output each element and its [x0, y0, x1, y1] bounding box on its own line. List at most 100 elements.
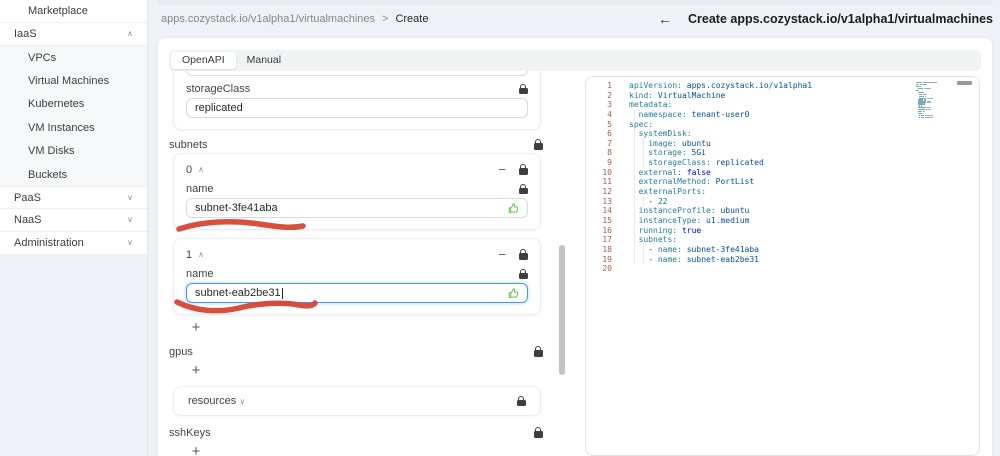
breadcrumb: apps.cozystack.io/v1alpha1/virtualmachin…	[161, 13, 428, 25]
editor-minimap	[916, 82, 946, 121]
page-header: ← Create apps.cozystack.io/v1alpha1/virt…	[658, 11, 993, 27]
line-number: 12	[602, 187, 612, 197]
lock-icon[interactable]	[519, 184, 528, 195]
chevron-up-icon: ∧	[198, 164, 204, 174]
sidebar-item-label: VPCs	[28, 51, 57, 64]
line-number: 11	[602, 177, 612, 187]
field-label: name	[186, 268, 214, 280]
sidebar: Marketplace IaaS ∧ VPCs Virtual Machines Kube…	[0, 0, 148, 456]
lock-icon[interactable]	[519, 84, 528, 95]
code-line: 8 storage: 5Gi	[586, 148, 979, 159]
tab-manual[interactable]: Manual	[236, 52, 292, 69]
code-line: 17 subnets:	[586, 235, 979, 245]
sidebar-item-virtual-machines[interactable]: Virtual Machines	[0, 69, 147, 93]
code-line: 14 instanceProfile: ubuntu	[586, 206, 979, 216]
subnet-item-index: 1	[186, 248, 193, 261]
code-line: 15 instanceType: u1.medium	[586, 215, 979, 226]
sidebar-item-label: VM Disks	[28, 145, 75, 158]
storage-class-input[interactable]: replicated	[186, 98, 528, 118]
breadcrumb-path[interactable]: apps.cozystack.io/v1alpha1/virtualmachin…	[161, 13, 375, 25]
code-line: 16 running: true	[586, 225, 979, 236]
breadcrumb-separator: >	[382, 13, 389, 25]
subnet-card-1: 1 ∧ − name subnet-eab2be31	[173, 238, 541, 315]
line-number: 5	[607, 119, 612, 129]
back-arrow-icon[interactable]: ←	[658, 11, 672, 27]
yaml-editor[interactable]: 1 apiVersion: apps.cozystack.io/v1alpha1 2…	[585, 76, 980, 456]
lock-icon[interactable]	[534, 346, 543, 357]
line-number: 20	[602, 264, 612, 274]
chevron-down-icon: ∨	[127, 215, 133, 225]
line-number: 17	[602, 235, 612, 245]
line-number: 4	[607, 109, 612, 119]
code-line: 20	[586, 264, 979, 274]
form-pane: 5Gi storageClass replicated subnets 0 ∧ − n…	[167, 71, 549, 456]
top-strip	[157, 0, 993, 5]
subnet-item-index: 0	[186, 163, 193, 176]
lock-icon[interactable]	[519, 164, 528, 175]
sidebar-item-vm-disks[interactable]: VM Disks	[0, 139, 147, 163]
minimap-slider[interactable]	[957, 81, 972, 85]
sidebar-item-label: IaaS	[14, 28, 37, 40]
line-number: 7	[607, 138, 612, 148]
line-number: 14	[602, 206, 612, 216]
sidebar-item-label: VM Instances	[28, 121, 95, 134]
sidebar-item-iaas[interactable]: IaaS ∧	[0, 23, 147, 46]
code-line: 7 image: ubuntu	[586, 138, 979, 149]
subnet-item-header[interactable]: 1 ∧ −	[186, 248, 528, 261]
sidebar-item-buckets[interactable]: Buckets	[0, 162, 147, 187]
lock-icon[interactable]	[534, 427, 543, 438]
line-number: 16	[602, 225, 612, 235]
add-gpu-button[interactable]: +	[189, 363, 203, 378]
lock-icon[interactable]	[517, 396, 526, 407]
line-number: 10	[602, 167, 612, 177]
sidebar-item-label: PaaS	[14, 191, 41, 204]
text-cursor	[281, 287, 283, 299]
storage-input-value: 5Gi	[195, 71, 212, 72]
resources-card[interactable]: resources ∨	[173, 386, 541, 416]
line-number: 3	[607, 100, 612, 110]
tab-openapi[interactable]: OpenAPI	[171, 52, 236, 69]
sidebar-item-vpcs[interactable]: VPCs	[0, 46, 147, 70]
subnets-label: subnets	[169, 138, 208, 151]
page-title: Create apps.cozystack.io/v1alpha1/virtua…	[688, 12, 993, 26]
line-number: 15	[602, 215, 612, 225]
chevron-down-icon: ∨	[127, 238, 133, 248]
gpus-section-header: gpus	[169, 345, 543, 358]
form-scrollbar-thumb[interactable]	[559, 245, 565, 375]
lock-icon[interactable]	[534, 139, 543, 150]
chevron-up-icon: ∧	[127, 29, 133, 38]
thumbs-up-icon	[508, 203, 519, 213]
sidebar-item-naas[interactable]: NaaS ∨	[0, 209, 147, 233]
storage-input[interactable]: 5Gi	[186, 71, 528, 76]
sidebar-item-vm-instances[interactable]: VM Instances	[0, 116, 147, 140]
sidebar-item-administration[interactable]: Administration ∨	[0, 232, 147, 256]
subnet-name-input[interactable]: subnet-3fe41aba	[186, 198, 528, 218]
code-line: 12 externalPorts:	[586, 187, 979, 197]
sshkeys-section-header: sshKeys	[169, 426, 543, 439]
tab-bar: OpenAPI Manual	[169, 50, 981, 71]
sidebar-menu: Marketplace IaaS ∧ VPCs Virtual Machines Kube…	[0, 0, 147, 256]
lock-icon[interactable]	[519, 269, 528, 280]
line-number: 1	[607, 81, 612, 90]
storage-class-value: replicated	[195, 102, 243, 114]
subnet-item-header[interactable]: 0 ∧ −	[186, 163, 528, 176]
line-number: 13	[602, 196, 612, 206]
add-sshkey-button[interactable]: +	[189, 444, 203, 456]
remove-item-button[interactable]: −	[498, 163, 506, 176]
sidebar-item-marketplace[interactable]: Marketplace	[0, 0, 147, 23]
sidebar-item-label: Administration	[14, 237, 84, 250]
line-number: 8	[607, 148, 612, 158]
subnet-card-0: 0 ∧ − name subnet-3fe41aba	[173, 153, 541, 230]
add-subnet-button[interactable]: +	[189, 320, 203, 335]
subnet-name-value: subnet-eab2be31	[195, 287, 281, 299]
sidebar-item-kubernetes[interactable]: Kubernetes	[0, 92, 147, 117]
remove-item-button[interactable]: −	[498, 248, 506, 261]
field-label: name	[186, 183, 214, 195]
chevron-down-icon: ∨	[239, 397, 246, 406]
sidebar-item-paas[interactable]: PaaS ∨	[0, 186, 147, 210]
resources-label: resources ∨	[188, 395, 246, 407]
lock-icon[interactable]	[519, 249, 528, 260]
subnet-name-input[interactable]: subnet-eab2be31	[186, 283, 528, 303]
line-number: 19	[602, 254, 612, 264]
sidebar-item-label: Kubernetes	[28, 98, 85, 111]
